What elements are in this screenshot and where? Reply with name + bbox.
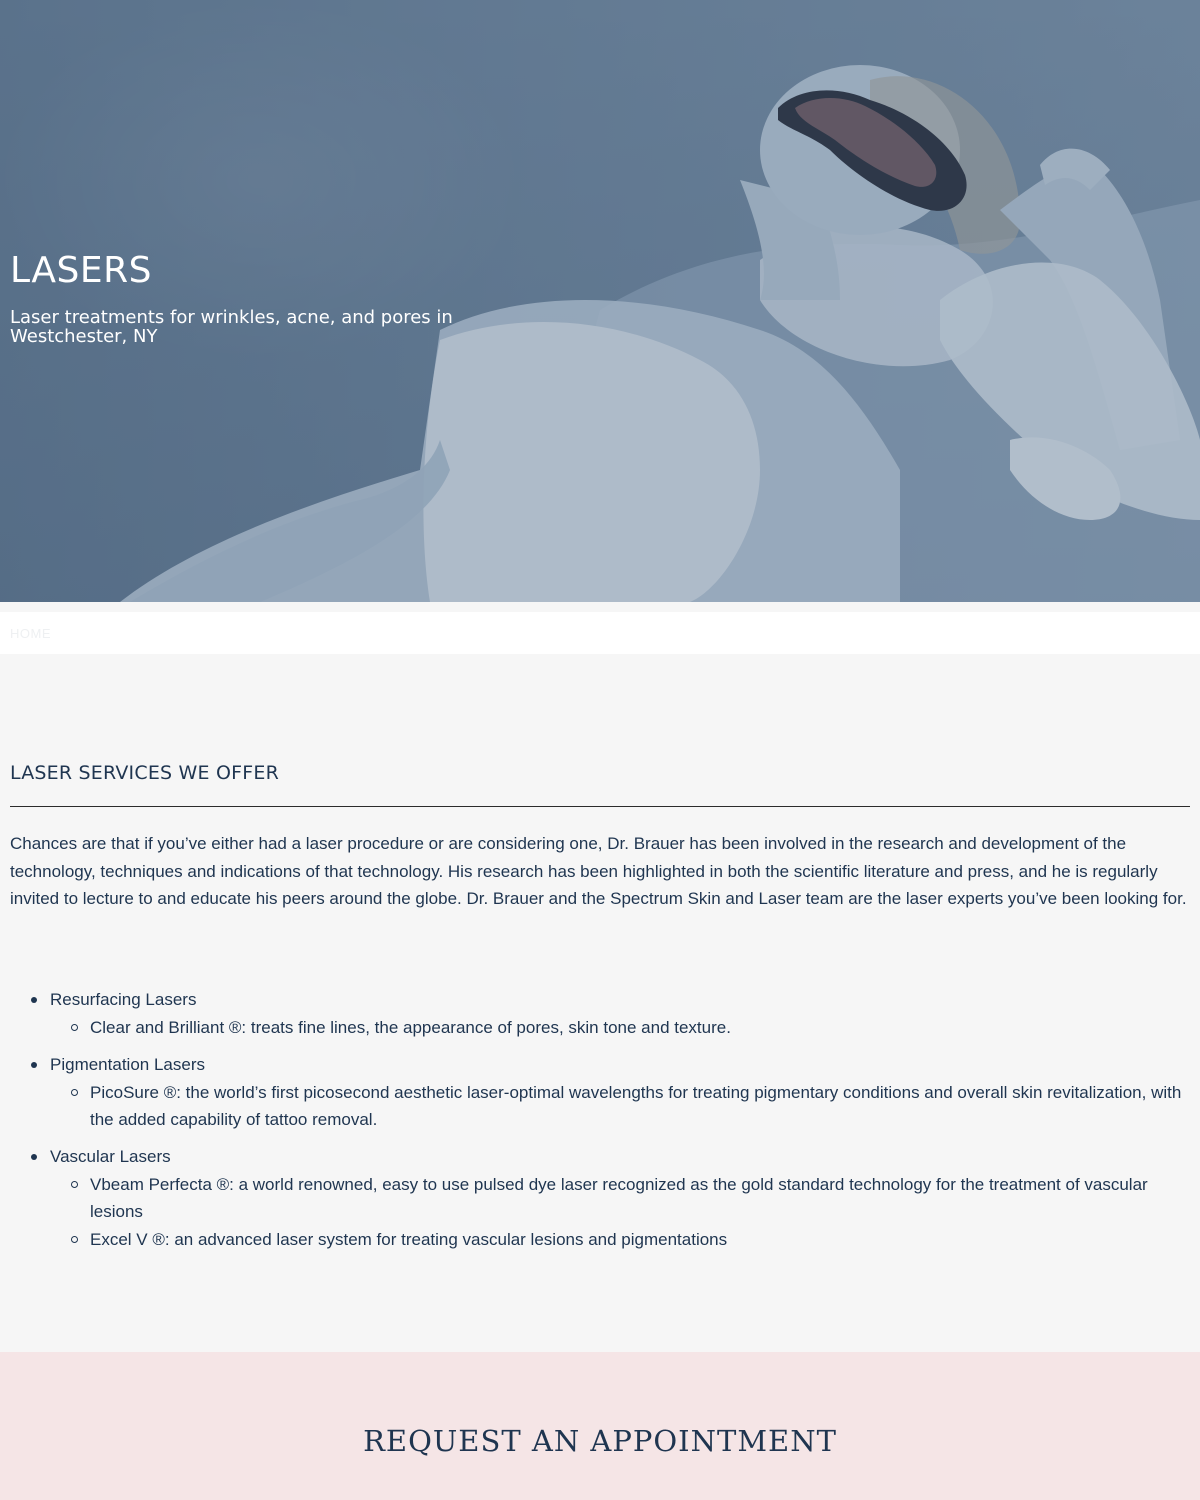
service-items: Vbeam Perfecta ®: a world renowned, easy…	[50, 1171, 1190, 1254]
request-appointment-heading[interactable]: REQUEST AN APPOINTMENT	[0, 1424, 1200, 1458]
service-item: PicoSure ®: the world’s first picosecond…	[50, 1079, 1190, 1134]
service-items: Clear and Brilliant ®: treats fine lines…	[50, 1014, 1190, 1042]
hero-banner: LASERS Laser treatments for wrinkles, ac…	[0, 0, 1200, 602]
breadcrumb-home-link[interactable]: HOME	[10, 626, 51, 641]
service-category-label: Pigmentation Lasers	[50, 1054, 205, 1074]
section-title: LASER SERVICES WE OFFER	[10, 762, 279, 784]
laser-services-list: Resurfacing Lasers Clear and Brilliant ®…	[10, 986, 1190, 1262]
service-item: Vbeam Perfecta ®: a world renowned, easy…	[50, 1171, 1190, 1226]
page-subtitle: Laser treatments for wrinkles, acne, and…	[10, 307, 453, 347]
intro-paragraph: Chances are that if you’ve either had a …	[10, 834, 1187, 908]
section-divider	[10, 806, 1190, 807]
breadcrumb	[0, 612, 1200, 654]
service-category-resurfacing: Resurfacing Lasers Clear and Brilliant ®…	[10, 986, 1190, 1042]
service-category-label: Resurfacing Lasers	[50, 990, 197, 1009]
service-category-pigmentation: Pigmentation Lasers PicoSure ®: the worl…	[10, 1051, 1190, 1134]
service-item: Excel V ®: an advanced laser system for …	[50, 1226, 1190, 1254]
service-category-label: Vascular Lasers	[50, 1146, 171, 1166]
service-category-vascular: Vascular Lasers Vbeam Perfecta ®: a worl…	[10, 1143, 1190, 1254]
service-item: Clear and Brilliant ®: treats fine lines…	[50, 1014, 1190, 1042]
hero-image-woman-laser-treatment	[0, 0, 1200, 602]
page-title: LASERS	[10, 250, 152, 291]
service-items: PicoSure ®: the world’s first picosecond…	[50, 1079, 1190, 1134]
